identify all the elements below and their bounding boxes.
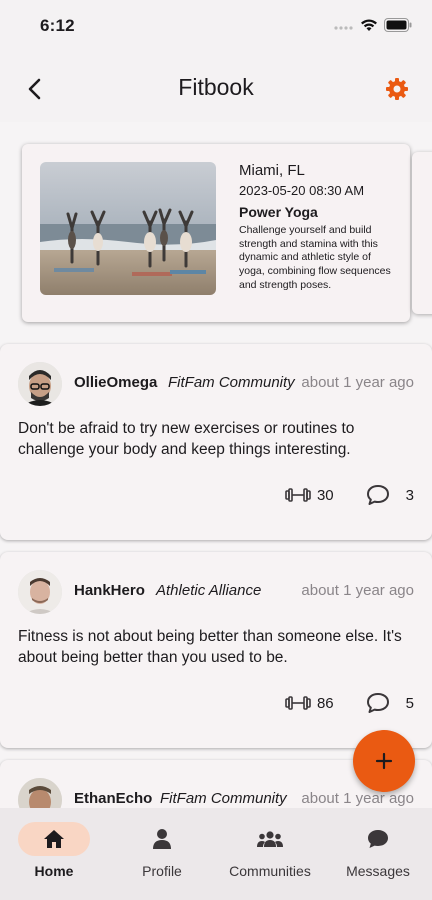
dumbbell-icon [285,488,311,502]
bottom-nav: Home Profile Communities Messages [0,808,432,900]
post-time: about 1 year ago [301,374,414,391]
plus-icon [375,752,393,770]
page-title: Fitbook [178,74,254,100]
feed-scroll-area[interactable]: Miami, FL 2023-05-20 08:30 AM Power Yoga… [0,122,432,808]
like-count: 86 [316,694,334,712]
nav-item-messages[interactable]: Messages [324,822,432,892]
event-title: Power Yoga [239,204,318,220]
app-bar: Fitbook [0,56,432,122]
comment-icon [366,485,389,505]
event-info: Miami, FL 2023-05-20 08:30 AM Power Yoga… [239,162,399,292]
post-card[interactable]: HankHero Athletic Alliance about 1 year … [0,552,432,748]
nav-label: Communities [229,863,311,879]
post-time: about 1 year ago [301,790,414,807]
event-datetime: 2023-05-20 08:30 AM [239,183,365,198]
user-avatar-photo [18,570,62,614]
cellular-signal-icon [334,26,353,30]
post-author[interactable]: EthanEcho [74,790,152,807]
next-event-card[interactable] [412,152,432,314]
nav-indicator [234,822,306,856]
settings-button[interactable] [380,72,414,106]
like-stat[interactable]: 86 [285,695,334,712]
event-card[interactable]: Miami, FL 2023-05-20 08:30 AM Power Yoga… [22,144,410,322]
post-text: Fitness is not about being better than s… [18,628,402,666]
wifi-icon [361,19,377,31]
group-icon [257,831,283,847]
post-header: EthanEcho FitFam Community about 1 year … [74,790,414,808]
post-community[interactable]: FitFam Community [160,790,287,807]
post-header: OllieOmega FitFam Community about 1 year… [74,374,414,396]
post-community[interactable]: Athletic Alliance [156,582,261,599]
nav-indicator [126,822,198,856]
nav-label: Messages [346,863,410,879]
like-stat[interactable]: 30 [285,487,334,504]
person-icon [153,829,171,849]
event-image [40,162,216,295]
nav-label: Profile [142,863,182,879]
post-header: HankHero Athletic Alliance about 1 year … [74,582,414,604]
dumbbell-icon [285,696,311,710]
comment-stat[interactable]: 3 [366,484,414,506]
post-stats: 30 3 [285,484,414,506]
post-stats: 86 5 [285,692,414,714]
post-author[interactable]: OllieOmega [74,374,157,391]
avatar[interactable] [18,570,62,614]
beach-yoga-photo [40,162,216,295]
comment-stat[interactable]: 5 [366,692,414,714]
nav-item-profile[interactable]: Profile [108,822,216,892]
battery-icon [384,18,412,32]
avatar[interactable] [18,778,62,808]
nav-label: Home [34,863,74,879]
status-icons [334,18,412,32]
comment-icon [366,693,389,713]
gear-icon [386,78,408,100]
post-community[interactable]: FitFam Community [168,374,295,391]
add-post-button[interactable] [353,730,415,792]
nav-item-communities[interactable]: Communities [216,822,324,892]
user-avatar-photo [18,778,62,808]
status-time: 6:12 [40,16,75,35]
post-text: Don't be afraid to try new exercises or … [18,420,355,458]
event-description: Challenge yourself and build strength an… [239,224,391,291]
post-author[interactable]: HankHero [74,582,145,599]
comment-count: 3 [405,486,414,504]
post-card[interactable]: OllieOmega FitFam Community about 1 year… [0,344,432,540]
nav-indicator [18,822,90,856]
post-time: about 1 year ago [301,582,414,599]
nav-item-home[interactable]: Home [0,822,108,892]
nav-indicator [342,822,414,856]
events-carousel[interactable]: Miami, FL 2023-05-20 08:30 AM Power Yoga… [0,144,432,324]
status-bar: 6:12 [0,0,432,56]
comment-count: 5 [405,694,414,712]
avatar[interactable] [18,362,62,406]
chat-icon [368,830,388,848]
like-count: 30 [316,486,334,504]
user-avatar-photo [18,362,62,406]
event-location: Miami, FL [239,162,305,179]
home-icon [44,830,64,848]
